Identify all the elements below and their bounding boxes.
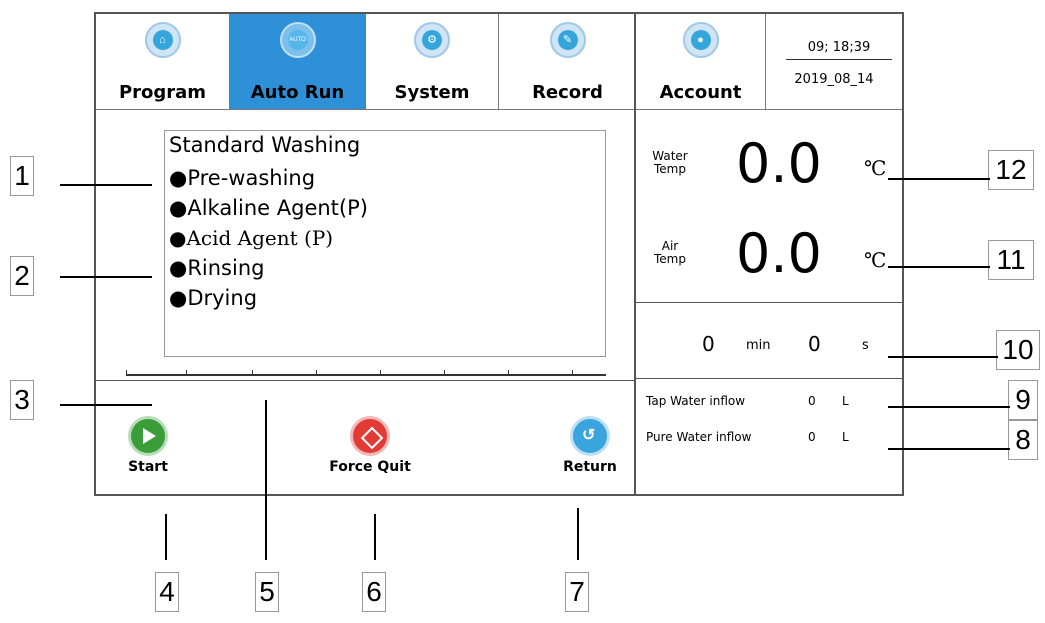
clock-time: 09; 18;39 — [786, 40, 892, 60]
main-screen: ⌂ Program AUTO Auto Run ⚙ System ✎ Recor… — [94, 12, 636, 496]
return-button[interactable]: ↺ Return — [550, 416, 630, 475]
user-icon: ● — [682, 22, 719, 58]
program-step: ●Alkaline Agent(P) — [169, 196, 368, 220]
progress-bar — [126, 364, 606, 376]
program-step: ●Pre-washing — [169, 166, 316, 190]
callout-1: 1 — [10, 156, 34, 196]
callout-2: 2 — [10, 256, 34, 296]
callout-12: 12 — [988, 150, 1034, 190]
play-icon — [128, 416, 168, 456]
return-icon: ↺ — [570, 416, 610, 456]
gear-icon: ⚙ — [414, 22, 450, 58]
timer-min-unit: min — [746, 338, 771, 353]
pure-water-label: Pure Water inflow — [646, 430, 752, 444]
timer-min-value: 0 — [702, 332, 715, 356]
program-title: Standard Washing — [169, 133, 361, 157]
callout-10: 10 — [996, 330, 1040, 370]
force-quit-button[interactable]: Force Quit — [320, 416, 420, 475]
tab-program[interactable]: ⌂ Program — [96, 14, 230, 110]
tap-water-unit: L — [842, 394, 849, 408]
program-step: ●Drying — [169, 286, 258, 310]
start-button[interactable]: Start — [118, 416, 178, 475]
tab-label: System — [394, 82, 470, 103]
status-panel: ● Account 09; 18;39 2019_08_14 Water Tem… — [634, 12, 904, 496]
callout-11: 11 — [988, 240, 1034, 280]
tab-system[interactable]: ⚙ System — [366, 14, 499, 110]
account-button[interactable]: ● Account — [636, 14, 766, 110]
program-step: ●Acid Agent (P) — [169, 226, 334, 250]
air-temp-unit: ℃ — [864, 248, 887, 272]
home-icon: ⌂ — [144, 22, 181, 58]
air-temp-value: 0.0 — [736, 222, 822, 285]
air-temp-label: Air Temp — [654, 239, 686, 266]
timer-sec-unit: s — [862, 338, 869, 353]
callout-9: 9 — [1008, 380, 1038, 420]
callout-8: 8 — [1008, 420, 1038, 460]
pure-water-unit: L — [842, 430, 849, 444]
callout-5: 5 — [255, 572, 279, 612]
water-temp-unit: ℃ — [864, 156, 887, 180]
tab-auto-run[interactable]: AUTO Auto Run — [230, 14, 366, 110]
callout-6: 6 — [362, 572, 386, 612]
program-step: ●Rinsing — [169, 256, 265, 280]
timer-sec-value: 0 — [808, 332, 821, 356]
callout-3: 3 — [10, 380, 34, 420]
tab-label: Record — [532, 82, 603, 103]
tab-record[interactable]: ✎ Record — [499, 14, 636, 110]
tap-water-value: 0 — [808, 394, 816, 408]
tab-label: Program — [118, 82, 207, 103]
tab-bar: ⌂ Program AUTO Auto Run ⚙ System ✎ Recor… — [96, 14, 636, 110]
pure-water-value: 0 — [808, 430, 816, 444]
program-list: Standard Washing ●Pre-washing ●Alkaline … — [164, 130, 606, 357]
water-temp-label: Water Temp — [652, 149, 688, 176]
tap-water-label: Tap Water inflow — [646, 394, 746, 408]
clock: 09; 18;39 2019_08_14 — [766, 14, 902, 110]
stop-icon — [350, 416, 390, 456]
divider — [96, 380, 636, 381]
auto-icon: AUTO — [279, 22, 316, 58]
callout-4: 4 — [155, 572, 179, 612]
callout-7: 7 — [565, 572, 589, 612]
pencil-icon: ✎ — [549, 22, 586, 58]
tab-label: Auto Run — [250, 82, 345, 103]
clock-date: 2019_08_14 — [794, 72, 874, 87]
water-temp-value: 0.0 — [736, 132, 822, 195]
